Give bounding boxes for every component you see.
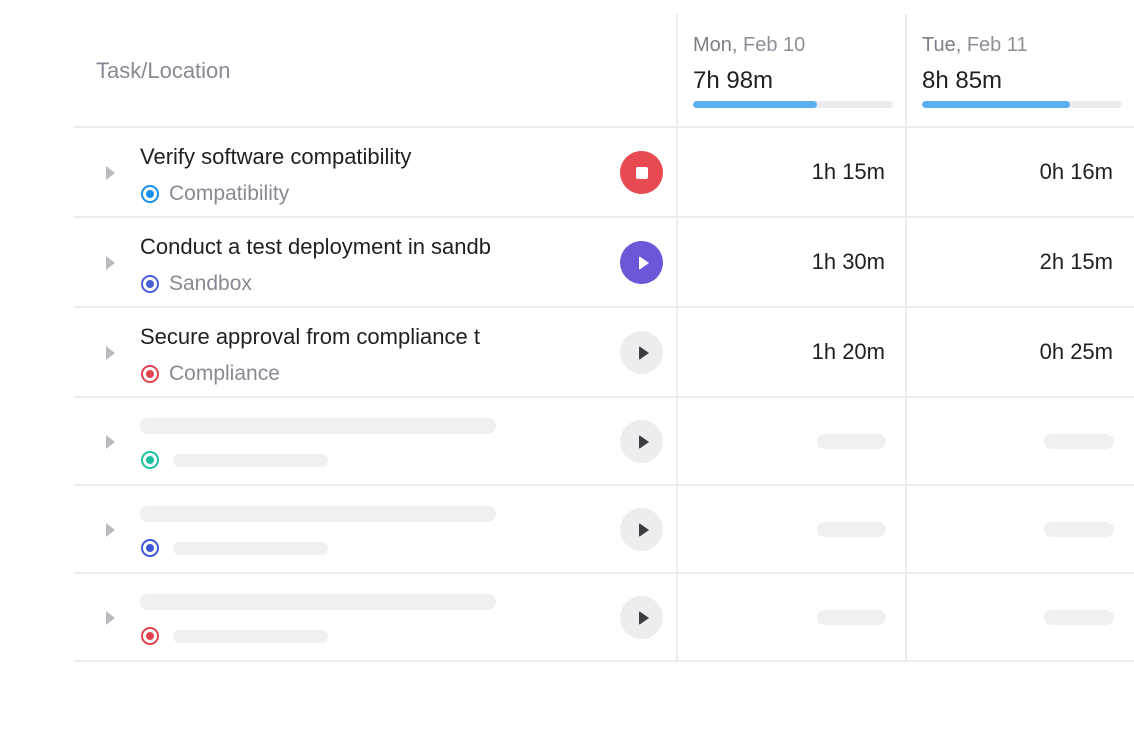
table-header: Task/Location Mon, Feb 10 7h 98m Tue, Fe… bbox=[74, 14, 1134, 128]
skeleton-task-name bbox=[140, 506, 496, 522]
task-row[interactable]: Secure approval from compliance t Compli… bbox=[74, 308, 1134, 398]
task-row[interactable]: Conduct a test deployment in sandb Sandb… bbox=[74, 218, 1134, 308]
timesheet-table: Task/Location Mon, Feb 10 7h 98m Tue, Fe… bbox=[74, 14, 1134, 662]
skeleton-time-mon bbox=[817, 522, 886, 537]
task-location: Sandbox bbox=[141, 272, 252, 296]
task-location: Compatibility bbox=[141, 182, 289, 206]
play-icon bbox=[638, 610, 649, 625]
task-location bbox=[141, 627, 159, 645]
task-row[interactable]: Verify software compatibility Compatibil… bbox=[74, 128, 1134, 218]
skeleton-time-mon bbox=[817, 434, 886, 449]
skeleton-time-tue bbox=[1044, 434, 1114, 449]
location-dot-icon bbox=[141, 627, 159, 645]
task-location bbox=[141, 451, 159, 469]
location-dot-icon bbox=[141, 275, 159, 293]
play-icon bbox=[638, 522, 649, 537]
skeleton-task-name bbox=[140, 418, 496, 434]
skeleton-location bbox=[173, 542, 328, 555]
location-dot-icon bbox=[141, 451, 159, 469]
task-location-column-header: Task/Location bbox=[96, 58, 231, 83]
time-entry-mon[interactable]: 1h 20m bbox=[678, 308, 885, 396]
location-dot-icon bbox=[141, 185, 159, 203]
stop-icon bbox=[635, 166, 648, 179]
placeholder-row bbox=[74, 398, 1134, 486]
skeleton-time-mon bbox=[817, 610, 886, 625]
placeholder-row bbox=[74, 486, 1134, 574]
task-name: Conduct a test deployment in sandb bbox=[140, 234, 492, 259]
start-timer-button[interactable] bbox=[620, 508, 663, 551]
day-column-header-tue: Tue, Feb 11 8h 85m bbox=[922, 34, 1122, 108]
caret-right-icon[interactable] bbox=[106, 256, 115, 270]
task-name: Verify software compatibility bbox=[140, 144, 412, 169]
task-name: Secure approval from compliance t bbox=[140, 324, 480, 349]
time-entry-mon[interactable]: 1h 15m bbox=[678, 128, 885, 216]
start-timer-button[interactable] bbox=[620, 331, 663, 374]
play-icon bbox=[638, 255, 649, 270]
time-entry-tue[interactable]: 0h 25m bbox=[907, 308, 1113, 396]
day-total-tue: 8h 85m bbox=[922, 67, 1003, 94]
placeholder-row bbox=[74, 574, 1134, 662]
caret-right-icon[interactable] bbox=[106, 346, 115, 360]
location-dot-icon bbox=[141, 539, 159, 557]
start-timer-button[interactable] bbox=[620, 420, 663, 463]
caret-right-icon[interactable] bbox=[106, 166, 115, 180]
play-icon bbox=[638, 345, 649, 360]
time-entry-mon[interactable]: 1h 30m bbox=[678, 218, 885, 306]
day-column-header-mon: Mon, Feb 10 7h 98m bbox=[693, 34, 893, 108]
day-progress-fill bbox=[922, 101, 1070, 108]
location-dot-icon bbox=[141, 365, 159, 383]
play-icon bbox=[638, 434, 649, 449]
time-entry-tue[interactable]: 2h 15m bbox=[907, 218, 1113, 306]
day-progress-tue bbox=[922, 101, 1122, 108]
day-progress-fill bbox=[693, 101, 817, 108]
skeleton-task-name bbox=[140, 594, 496, 610]
skeleton-time-tue bbox=[1044, 522, 1114, 537]
day-progress-mon bbox=[693, 101, 893, 108]
day-total-mon: 7h 98m bbox=[693, 67, 774, 94]
start-timer-button[interactable] bbox=[620, 596, 663, 639]
start-timer-button[interactable] bbox=[620, 241, 663, 284]
caret-right-icon[interactable] bbox=[106, 523, 115, 537]
caret-right-icon[interactable] bbox=[106, 435, 115, 449]
caret-right-icon[interactable] bbox=[106, 611, 115, 625]
stop-timer-button[interactable] bbox=[620, 151, 663, 194]
task-location: Compliance bbox=[141, 362, 280, 386]
skeleton-location bbox=[173, 630, 328, 643]
time-entry-tue[interactable]: 0h 16m bbox=[907, 128, 1113, 216]
task-location bbox=[141, 539, 159, 557]
skeleton-time-tue bbox=[1044, 610, 1114, 625]
skeleton-location bbox=[173, 454, 328, 467]
